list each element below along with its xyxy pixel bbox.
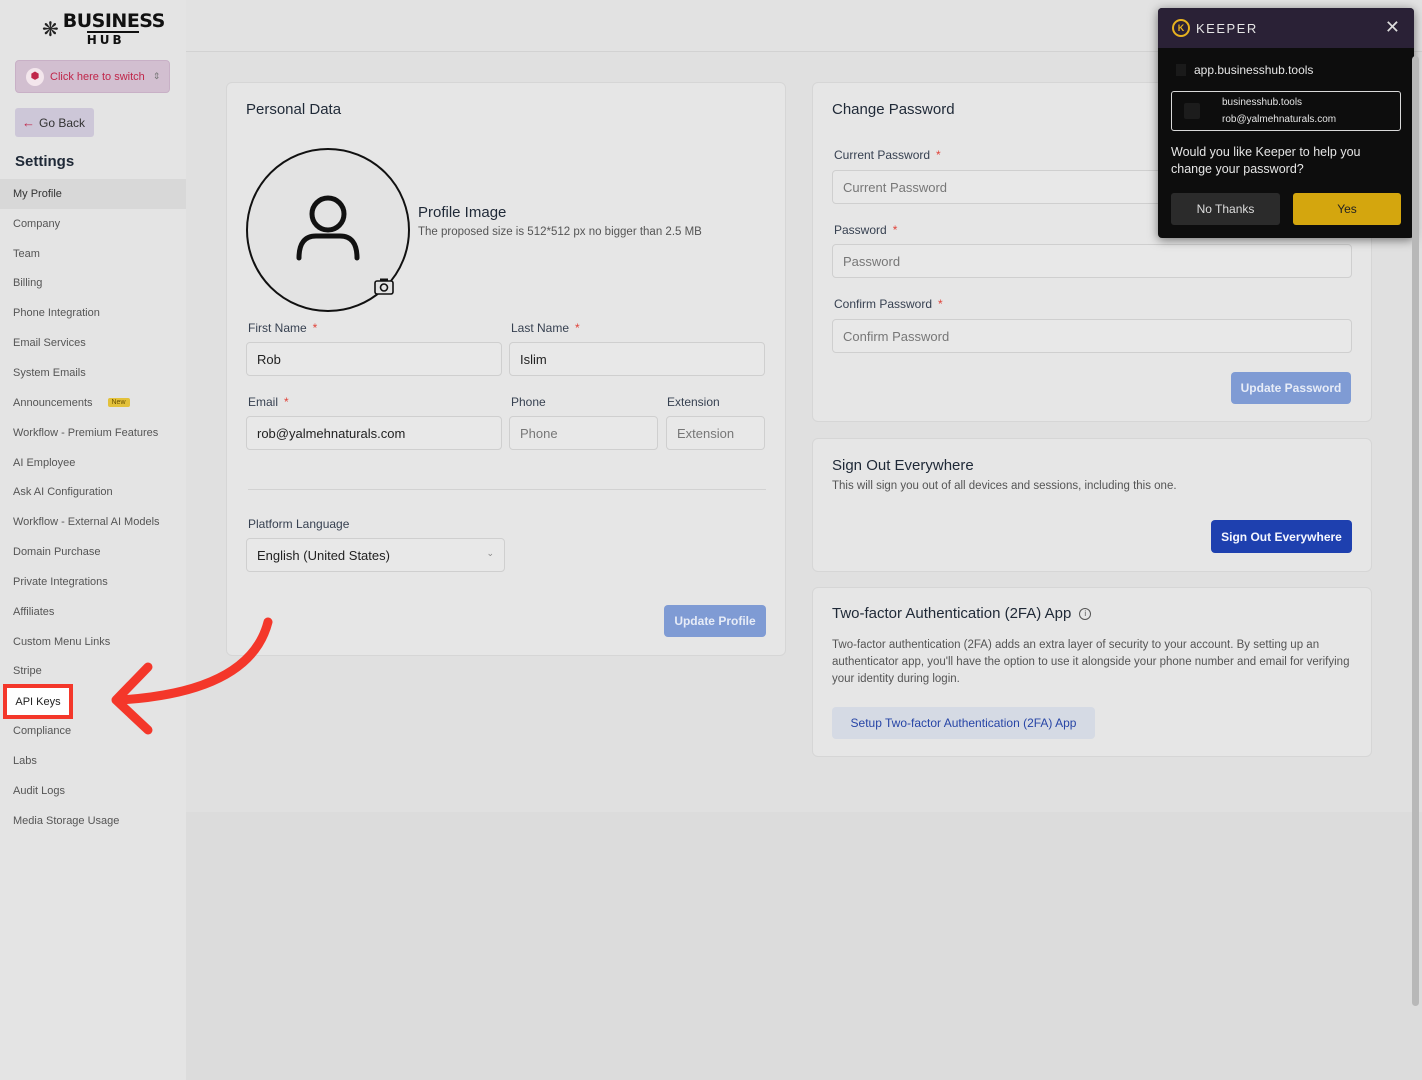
keeper-yes-button[interactable]: Yes [1293,193,1401,225]
platform-language-label: Platform Language [248,517,350,531]
keeper-no-thanks-button[interactable]: No Thanks [1171,193,1280,225]
camera-icon[interactable] [374,277,394,295]
business-hub-logo[interactable]: ❋ BUSINESS HUB [42,10,166,47]
first-name-input[interactable]: Rob [246,342,502,376]
section-divider [248,489,766,490]
nav-item-domain-purchase[interactable]: Domain Purchase [0,537,186,567]
last-name-label: Last Name * [511,321,580,335]
location-icon: ⬢ [26,67,44,86]
settings-nav: My Profile Company Team Billing Phone In… [0,179,186,836]
close-icon[interactable]: ✕ [1385,17,1400,38]
keeper-account-email: rob@yalmehnaturals.com [1222,114,1337,125]
first-name-label: First Name * [248,321,318,335]
profile-image-title: Profile Image [418,204,507,221]
keeper-brand: KEEPER [1196,20,1258,36]
two-factor-description: Two-factor authentication (2FA) adds an … [832,639,1350,685]
keeper-popup: K KEEPER ✕ app.businesshub.tools busines… [1158,8,1414,238]
sign-out-title: Sign Out Everywhere [832,457,974,474]
nav-item-private-integrations[interactable]: Private Integrations [0,567,186,597]
nav-item-labs[interactable]: Labs [0,746,186,776]
account-favicon-icon [1184,103,1200,119]
update-password-button[interactable]: Update Password [1231,372,1351,404]
nav-item-system-emails[interactable]: System Emails [0,358,186,388]
extension-label: Extension [667,395,720,409]
update-profile-button[interactable]: Update Profile [664,605,766,637]
keeper-header: K KEEPER ✕ [1158,8,1414,48]
password-label: Password * [834,223,898,237]
nav-item-billing[interactable]: Billing [0,269,186,299]
nav-item-ai-employee[interactable]: AI Employee [0,448,186,478]
keeper-account-site: businesshub.tools [1222,97,1303,108]
sign-out-everywhere-button[interactable]: Sign Out Everywhere [1211,520,1352,553]
personal-data-title: Personal Data [246,101,342,118]
email-label: Email * [248,395,289,409]
account-switcher-button[interactable]: ⬢ Click here to switch ⇕ [15,60,170,93]
last-name-input[interactable]: Islim [509,342,765,376]
site-favicon-icon [1176,64,1186,76]
new-badge: New [107,398,130,408]
phone-label: Phone [511,395,546,409]
logo-icon: ❋ [42,17,59,41]
keeper-account-option[interactable]: businesshub.tools rob@yalmehnaturals.com [1171,91,1401,131]
nav-item-company[interactable]: Company [0,209,186,239]
annotation-arrow-icon [111,617,273,735]
chevron-down-icon: ⌄ [486,548,494,558]
go-back-button[interactable]: ← Go Back [15,108,94,137]
keeper-logo-icon: K [1172,19,1190,37]
platform-language-select[interactable]: English (United States) ⌄ [246,538,505,572]
nav-item-phone-integration[interactable]: Phone Integration [0,298,186,328]
confirm-password-input[interactable]: Confirm Password [832,319,1352,353]
settings-title: Settings [15,153,75,170]
keeper-site: app.businesshub.tools [1194,63,1314,77]
current-password-label: Current Password * [834,148,941,162]
change-password-title: Change Password [832,101,955,118]
nav-item-my-profile[interactable]: My Profile [0,179,186,209]
two-factor-title-row: Two-factor Authentication (2FA) App i [832,605,1092,622]
nav-item-audit-logs[interactable]: Audit Logs [0,776,186,806]
keeper-question: Would you like Keeper to help you change… [1171,145,1361,176]
logo-line-2: HUB [86,31,139,46]
nav-item-email-services[interactable]: Email Services [0,328,186,358]
nav-item-announcements[interactable]: Announcements New [0,388,186,418]
scrollbar[interactable] [1412,56,1419,1006]
extension-input[interactable]: Extension [666,416,765,450]
chevron-up-down-icon: ⇕ [152,71,161,81]
go-back-label: Go Back [39,115,86,130]
sidebar: ❋ BUSINESS HUB ⬢ Click here to switch ⇕ … [0,0,186,1080]
setup-2fa-button[interactable]: Setup Two-factor Authentication (2FA) Ap… [832,707,1095,739]
info-icon[interactable]: i [1079,607,1092,620]
two-factor-title: Two-factor Authentication (2FA) App [832,605,1072,622]
sign-out-description: This will sign you out of all devices an… [832,480,1177,492]
nav-item-team[interactable]: Team [0,239,186,269]
platform-language-value: English (United States) [257,547,390,563]
nav-item-api-keys[interactable]: API Keys [3,684,73,719]
email-input[interactable]: rob@yalmehnaturals.com [246,416,502,450]
nav-item-media-storage[interactable]: Media Storage Usage [0,806,186,836]
profile-image-hint: The proposed size is 512*512 px no bigge… [418,226,702,238]
switcher-label: Click here to switch [50,70,145,83]
nav-item-ask-ai-config[interactable]: Ask AI Configuration [0,477,186,507]
logo-line-1: BUSINESS [62,10,166,32]
password-input[interactable]: Password [832,244,1352,278]
nav-item-workflow-premium[interactable]: Workflow - Premium Features [0,418,186,448]
api-keys-label: API Keys [15,695,61,708]
phone-input[interactable]: Phone [509,416,658,450]
confirm-password-label: Confirm Password * [834,297,943,311]
arrow-left-icon: ← [22,115,35,130]
nav-item-workflow-external-ai[interactable]: Workflow - External AI Models [0,507,186,537]
